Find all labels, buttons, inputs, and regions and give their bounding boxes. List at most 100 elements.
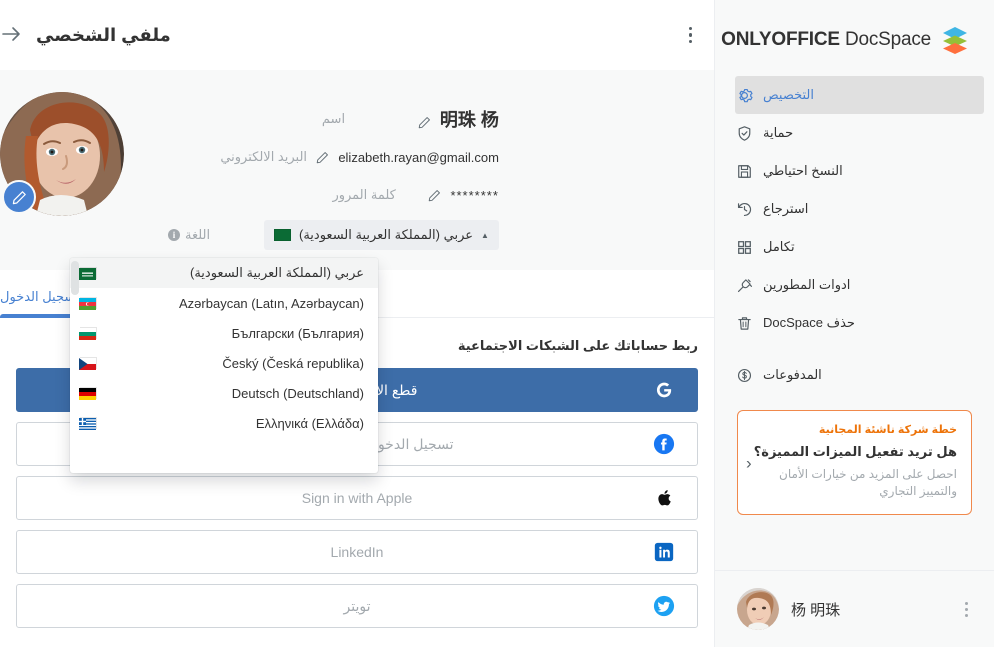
sidebar-user-name: 杨 明珠 bbox=[791, 601, 841, 619]
dropdown-scrollbar-thumb[interactable] bbox=[71, 261, 79, 295]
sidebar-item-payments[interactable]: المدفوعات bbox=[735, 356, 984, 394]
sidebar-item-developer-tools-label: ادوات المطورين bbox=[763, 277, 851, 292]
promo-tag: خطة شركة ناشئة المجانية bbox=[818, 424, 957, 436]
page-title: ملفي الشخصي bbox=[36, 24, 171, 45]
onlyoffice-logo-icon bbox=[940, 25, 970, 55]
language-option-az-label: Azərbaycan (Latın, Azərbaycan) bbox=[179, 295, 364, 311]
social-button-apple[interactable]: Sign in with Apple bbox=[16, 476, 698, 520]
page-header: ملفي الشخصي bbox=[0, 0, 714, 70]
flag-sa-icon bbox=[274, 229, 291, 241]
sidebar-item-backup-label: النسخ احتياطي bbox=[763, 163, 843, 178]
sidebar-item-customization-label: التخصيص bbox=[763, 87, 815, 102]
language-select[interactable]: ▲ عربي (المملكة العربية السعودية) bbox=[264, 220, 499, 250]
profile-name-label: اسم bbox=[321, 111, 346, 126]
sidebar-item-integration[interactable]: تكامل bbox=[735, 228, 984, 266]
sidebar-item-security-label: حماية bbox=[763, 125, 794, 140]
trash-icon bbox=[735, 314, 753, 332]
sidebar-user-footer[interactable]: 杨 明珠 bbox=[715, 570, 994, 647]
avatar[interactable] bbox=[0, 92, 124, 216]
plug-icon bbox=[735, 276, 753, 294]
profile-fields: 明珠 杨 اسم elizabeth.rayan@gmail.com البري… bbox=[154, 92, 499, 256]
brand-name: ONLYOFFICE DocSpace bbox=[721, 29, 931, 51]
sidebar-item-security[interactable]: حماية bbox=[735, 114, 984, 152]
sidebar-divider bbox=[715, 342, 994, 356]
language-select-value: عربي (المملكة العربية السعودية) bbox=[299, 227, 473, 242]
apple-icon bbox=[655, 487, 675, 509]
google-icon bbox=[653, 379, 675, 401]
user-kebab-menu-icon[interactable] bbox=[959, 596, 974, 623]
sidebar-item-restore-label: استرجاع bbox=[763, 201, 809, 216]
flag-bg-icon bbox=[79, 327, 97, 340]
profile-language-label: اللغة i bbox=[154, 227, 264, 243]
language-option-bg[interactable]: Български (България) bbox=[70, 318, 378, 348]
profile-name-value: 明珠 杨 bbox=[439, 110, 499, 130]
language-option-gr[interactable]: Ελληνικά (Ελλάδα) bbox=[70, 408, 378, 438]
sidebar-user-avatar[interactable] bbox=[737, 588, 779, 630]
sidebar-item-developer-tools[interactable]: ادوات المطورين bbox=[735, 266, 984, 304]
profile-card: 明珠 杨 اسم elizabeth.rayan@gmail.com البري… bbox=[0, 70, 714, 270]
linkedin-icon bbox=[653, 541, 675, 563]
language-option-cz-label: Český (Česká republika) bbox=[222, 355, 364, 371]
brand-name-bold: ONLYOFFICE bbox=[721, 29, 840, 50]
social-button-apple-label: Sign in with Apple bbox=[301, 490, 413, 506]
social-button-linkedin-label: LinkedIn bbox=[330, 544, 384, 560]
sidebar-item-restore[interactable]: استرجاع bbox=[735, 190, 984, 228]
profile-field-language: ▲ عربي (المملكة العربية السعودية) اللغة … bbox=[154, 214, 499, 256]
gear-icon bbox=[735, 86, 753, 104]
language-option-gr-label: Ελληνικά (Ελλάδα) bbox=[255, 415, 364, 431]
social-button-linkedin[interactable]: LinkedIn bbox=[16, 530, 698, 574]
pencil-icon[interactable] bbox=[418, 113, 431, 128]
language-option-ar[interactable]: عربي (المملكة العربية السعودية) bbox=[70, 258, 378, 288]
dollar-circle-icon bbox=[735, 366, 753, 384]
flag-de-icon bbox=[79, 387, 97, 400]
arrow-right-icon[interactable] bbox=[0, 24, 22, 46]
settings-sidebar: ONLYOFFICE DocSpace التخصيص حماية النسخ … bbox=[714, 0, 994, 647]
chevron-up-icon: ▲ bbox=[481, 230, 489, 240]
language-option-bg-label: Български (България) bbox=[231, 325, 364, 341]
info-icon[interactable]: i bbox=[168, 229, 180, 241]
social-button-twitter-label: تويتر bbox=[343, 597, 371, 614]
sidebar-item-delete-docspace[interactable]: حذف DocSpace bbox=[735, 304, 984, 342]
brand-name-light: DocSpace bbox=[844, 29, 931, 50]
profile-field-email: elizabeth.rayan@gmail.com البريد الالكتر… bbox=[154, 138, 499, 176]
sidebar-item-backup[interactable]: النسخ احتياطي bbox=[735, 152, 984, 190]
promo-description: احصل على المزيد من خيارات الأمان والتميي… bbox=[779, 466, 957, 498]
pencil-icon[interactable] bbox=[316, 151, 329, 164]
language-option-cz[interactable]: Český (Česká republika) bbox=[70, 348, 378, 378]
profile-password-value-wrap: ******** bbox=[428, 188, 498, 203]
clock-restore-icon bbox=[735, 200, 753, 218]
profile-email-value: elizabeth.rayan@gmail.com bbox=[338, 149, 499, 165]
social-button-twitter[interactable]: تويتر bbox=[16, 584, 698, 628]
profile-email-value-wrap: elizabeth.rayan@gmail.com bbox=[316, 150, 499, 165]
active-sessions-section: الجلسات النشطة تسجيل الخروج من جميع الجل… bbox=[0, 638, 714, 647]
shield-check-icon bbox=[735, 124, 753, 142]
flag-az-icon bbox=[79, 297, 97, 310]
avatar-edit-button[interactable] bbox=[2, 180, 36, 214]
language-option-az[interactable]: Azərbaycan (Latın, Azərbaycan) bbox=[70, 288, 378, 318]
language-option-ar-label: عربي (المملكة العربية السعودية) bbox=[190, 265, 364, 280]
sidebar-nav: التخصيص حماية النسخ احتياطي استرجاع تكام… bbox=[715, 76, 994, 394]
flag-gr-icon bbox=[79, 417, 97, 430]
app-root: ملفي الشخصي 明珠 杨 اسم elizabeth.rayan@gma… bbox=[0, 0, 994, 647]
language-option-de[interactable]: Deutsch (Deutschland) bbox=[70, 378, 378, 408]
profile-field-name: 明珠 杨 اسم bbox=[154, 100, 499, 138]
profile-field-password: ******** كلمة المرور bbox=[154, 176, 499, 214]
promo-card[interactable]: ‹ خطة شركة ناشئة المجانية هل تريد تفعيل … bbox=[737, 410, 972, 516]
language-option-de-label: Deutsch (Deutschland) bbox=[231, 385, 364, 401]
pencil-icon[interactable] bbox=[428, 189, 441, 202]
brand-logo[interactable]: ONLYOFFICE DocSpace bbox=[715, 0, 994, 62]
chevron-left-icon[interactable]: ‹ bbox=[746, 454, 752, 471]
grid-squares-icon bbox=[735, 238, 753, 256]
facebook-icon bbox=[653, 433, 675, 455]
sidebar-item-customization[interactable]: التخصيص bbox=[735, 76, 984, 114]
twitter-icon bbox=[653, 595, 675, 617]
language-dropdown[interactable]: عربي (المملكة العربية السعودية) Azərbayc… bbox=[70, 258, 378, 473]
header-kebab-menu-icon[interactable] bbox=[683, 21, 698, 50]
sidebar-item-delete-docspace-label: حذف DocSpace bbox=[763, 315, 855, 330]
floppy-disk-icon bbox=[735, 162, 753, 180]
flag-cz-icon bbox=[79, 357, 97, 370]
flag-sa-icon bbox=[79, 267, 97, 280]
tab-login[interactable]: تسجيل الدخول bbox=[0, 289, 80, 318]
promo-title: هل تريد تفعيل الميزات المميزة؟ bbox=[753, 444, 957, 459]
sidebar-item-payments-label: المدفوعات bbox=[763, 367, 822, 382]
